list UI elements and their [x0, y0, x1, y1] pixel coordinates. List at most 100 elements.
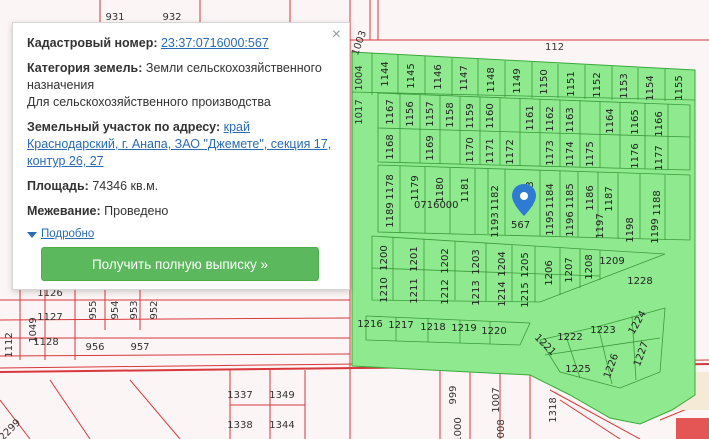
parcel-1215[interactable]: 1215	[520, 282, 531, 307]
parcel-1007[interactable]: 1007	[491, 387, 502, 412]
parcel-1200[interactable]: 1200	[379, 245, 390, 270]
parcel-1156[interactable]: 1156	[405, 101, 416, 126]
parcel-1209[interactable]: 1209	[599, 256, 624, 267]
parcel-952[interactable]: 952	[149, 300, 160, 319]
parcel-1212[interactable]: 1212	[440, 279, 451, 304]
parcel-1199[interactable]: 1199	[650, 218, 661, 243]
parcel-1017[interactable]: 1017	[354, 99, 365, 124]
parcel-1195[interactable]: 1195	[545, 210, 556, 235]
parcel-1160[interactable]: 1160	[485, 103, 496, 128]
parcel-953[interactable]: 953	[129, 300, 140, 319]
parcel-1196[interactable]: 1196	[565, 211, 576, 236]
parcel-1338[interactable]: 1338	[227, 420, 252, 431]
parcel-1211[interactable]: 1211	[409, 278, 420, 303]
parcel-1178[interactable]: 1178	[385, 174, 396, 199]
parcel-1127[interactable]: 1127	[37, 312, 62, 323]
parcel-1218[interactable]: 1218	[420, 322, 445, 333]
parcel-1189[interactable]: 1189	[385, 202, 396, 227]
parcel-1149[interactable]: 1149	[512, 68, 523, 93]
parcel-956[interactable]: 956	[85, 342, 104, 353]
parcel-1167[interactable]: 1167	[385, 99, 396, 124]
parcel-1198[interactable]: 1198	[625, 217, 636, 242]
parcel-1206[interactable]: 1206	[544, 260, 555, 285]
parcel-1168[interactable]: 1168	[385, 134, 396, 159]
parcel-999[interactable]: 999	[448, 385, 459, 404]
parcel-1112[interactable]: 1112	[4, 332, 15, 357]
parcel-955[interactable]: 955	[88, 300, 99, 319]
parcel-1166[interactable]: 1166	[654, 111, 665, 136]
parcel-1008[interactable]: 1008	[496, 419, 507, 439]
parcel-1223[interactable]: 1223	[590, 325, 615, 336]
parcel-1193[interactable]: 1193	[490, 212, 501, 237]
parcel-1161[interactable]: 1161	[525, 105, 536, 130]
parcel-1153[interactable]: 1153	[619, 73, 630, 98]
parcel-1202[interactable]: 1202	[440, 248, 451, 273]
cadastral-number-link[interactable]: 23:37:0716000:567	[161, 36, 269, 50]
parcel-1184[interactable]: 1184	[545, 183, 556, 208]
parcel-1154[interactable]: 1154	[645, 75, 656, 100]
parcel-1147[interactable]: 1147	[459, 65, 470, 90]
parcel-1165[interactable]: 1165	[630, 109, 641, 134]
parcel-1222[interactable]: 1222	[557, 332, 582, 343]
parcel-1000[interactable]: 1000	[453, 417, 464, 439]
parcel-1204[interactable]: 1204	[497, 251, 508, 276]
parcel-1144[interactable]: 1144	[380, 61, 391, 86]
parcel-1185[interactable]: 1185	[565, 183, 576, 208]
parcel-1155[interactable]: 1155	[674, 75, 685, 100]
parcel-1220[interactable]: 1220	[481, 326, 506, 337]
parcel-1219[interactable]: 1219	[451, 323, 476, 334]
parcel-1175[interactable]: 1175	[585, 141, 596, 166]
parcel-1146[interactable]: 1146	[433, 64, 444, 89]
details-toggle[interactable]: Подробно	[27, 226, 335, 243]
parcel-1201[interactable]: 1201	[409, 246, 420, 271]
parcel-1213[interactable]: 1213	[471, 280, 482, 305]
parcel-1177[interactable]: 1177	[654, 145, 665, 170]
parcel-1148[interactable]: 1148	[486, 67, 497, 92]
parcel-1216[interactable]: 1216	[357, 319, 382, 330]
parcel-1157[interactable]: 1157	[425, 101, 436, 126]
parcel-1145[interactable]: 1145	[406, 63, 417, 88]
parcel-1182[interactable]: 1182	[490, 185, 501, 210]
parcel-1172[interactable]: 1172	[505, 139, 516, 164]
parcel-1152[interactable]: 1152	[592, 72, 603, 97]
parcel-1205[interactable]: 1205	[520, 252, 531, 277]
parcel-957[interactable]: 957	[130, 342, 149, 353]
parcel-954[interactable]: 954	[110, 300, 121, 319]
parcel-1228[interactable]: 1228	[627, 276, 652, 287]
parcel-1150[interactable]: 1150	[539, 69, 550, 94]
parcel-1162[interactable]: 1162	[545, 106, 556, 131]
parcel-1169[interactable]: 1169	[425, 135, 436, 160]
parcel-1337[interactable]: 1337	[227, 390, 252, 401]
parcel-1344[interactable]: 1344	[269, 420, 294, 431]
parcel-1151[interactable]: 1151	[566, 71, 577, 96]
parcel-1158[interactable]: 1158	[445, 102, 456, 127]
parcel-1164[interactable]: 1164	[605, 108, 616, 133]
parcel-1004[interactable]: 1004	[354, 65, 365, 90]
parcel-1187[interactable]: 1187	[604, 186, 615, 211]
parcel-1170[interactable]: 1170	[465, 137, 476, 162]
parcel-1217[interactable]: 1217	[388, 320, 413, 331]
parcel-1318[interactable]: 1318	[548, 397, 559, 422]
parcel-1159[interactable]: 1159	[465, 103, 476, 128]
parcel-1203[interactable]: 1203	[471, 249, 482, 274]
parcel-1174[interactable]: 1174	[565, 141, 576, 166]
parcel-1349[interactable]: 1349	[269, 390, 294, 401]
get-full-extract-button[interactable]: Получить полную выписку »	[41, 247, 319, 281]
parcel-1181[interactable]: 1181	[460, 177, 471, 202]
parcel-1197[interactable]: 1197	[595, 213, 606, 238]
parcel-1179[interactable]: 1179	[410, 175, 421, 200]
parcel-1214[interactable]: 1214	[497, 281, 508, 306]
parcel-1225[interactable]: 1225	[565, 364, 590, 375]
parcel-1180[interactable]: 1180	[435, 177, 446, 202]
parcel-1128[interactable]: 1128	[33, 337, 58, 348]
parcel-1208[interactable]: 1208	[584, 254, 595, 279]
parcel-1171[interactable]: 1171	[485, 138, 496, 163]
parcel-1163[interactable]: 1163	[565, 107, 576, 132]
close-icon[interactable]: ×	[332, 27, 341, 43]
parcel-1207[interactable]: 1207	[564, 257, 575, 282]
parcel-1186[interactable]: 1186	[585, 185, 596, 210]
parcel-1210[interactable]: 1210	[379, 277, 390, 302]
parcel-1173[interactable]: 1173	[545, 140, 556, 165]
parcel-1176[interactable]: 1176	[630, 143, 641, 168]
parcel-1188[interactable]: 1188	[652, 190, 663, 215]
